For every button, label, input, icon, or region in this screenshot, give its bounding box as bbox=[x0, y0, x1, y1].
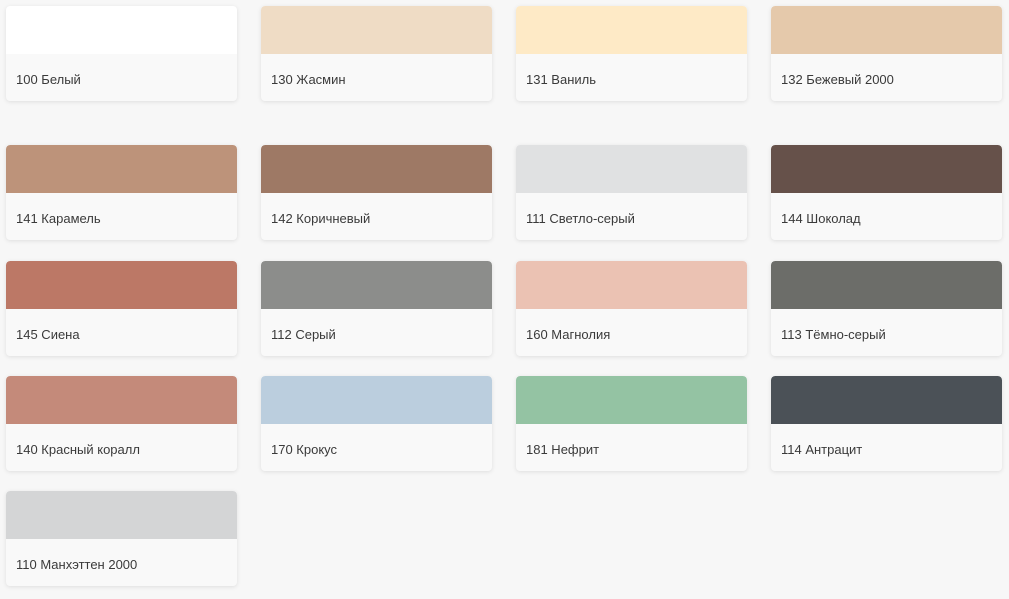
swatch-label: 181 Нефрит bbox=[526, 442, 600, 457]
swatch-label: 132 Бежевый 2000 bbox=[781, 72, 894, 87]
color-swatch bbox=[261, 376, 492, 424]
swatch-card-131[interactable]: 131 Ваниль bbox=[516, 6, 747, 101]
swatch-card-113[interactable]: 113 Тёмно-серый bbox=[771, 261, 1002, 356]
color-swatch bbox=[261, 261, 492, 309]
swatch-label: 100 Белый bbox=[16, 72, 81, 87]
swatch-card-112[interactable]: 112 Серый bbox=[261, 261, 492, 356]
swatch-label: 112 Серый bbox=[271, 327, 336, 342]
swatch-label: 170 Крокус bbox=[271, 442, 338, 457]
swatch-label: 110 Манхэттен 2000 bbox=[16, 557, 138, 572]
swatch-label: 114 Антрацит bbox=[781, 442, 863, 457]
color-swatch bbox=[771, 6, 1002, 54]
color-swatch bbox=[261, 145, 492, 193]
swatch-label: 141 Карамель bbox=[16, 211, 101, 226]
swatch-card-144[interactable]: 144 Шоколад bbox=[771, 145, 1002, 240]
swatch-label: 142 Коричневый bbox=[271, 211, 371, 226]
swatch-label: 130 Жасмин bbox=[271, 72, 346, 87]
color-swatch bbox=[6, 6, 237, 54]
color-swatch bbox=[516, 261, 747, 309]
swatch-label: 160 Магнолия bbox=[526, 327, 611, 342]
swatch-label: 140 Красный коралл bbox=[16, 442, 140, 457]
swatch-label: 145 Сиена bbox=[16, 327, 80, 342]
color-swatch bbox=[6, 145, 237, 193]
swatch-card-100[interactable]: 100 Белый bbox=[6, 6, 237, 101]
color-swatch bbox=[516, 145, 747, 193]
color-swatch bbox=[771, 376, 1002, 424]
swatch-label: 113 Тёмно-серый bbox=[781, 327, 886, 342]
swatch-card-114[interactable]: 114 Антрацит bbox=[771, 376, 1002, 471]
swatch-label: 111 Светло-серый bbox=[526, 211, 635, 226]
swatch-card-170[interactable]: 170 Крокус bbox=[261, 376, 492, 471]
swatch-label: 144 Шоколад bbox=[781, 211, 861, 226]
color-swatch bbox=[516, 6, 747, 54]
swatch-card-110[interactable]: 110 Манхэттен 2000 bbox=[6, 491, 237, 586]
color-swatch bbox=[6, 491, 237, 539]
swatch-card-145[interactable]: 145 Сиена bbox=[6, 261, 237, 356]
color-swatch bbox=[771, 145, 1002, 193]
color-swatch bbox=[771, 261, 1002, 309]
color-swatch bbox=[261, 6, 492, 54]
swatch-card-130[interactable]: 130 Жасмин bbox=[261, 6, 492, 101]
swatch-card-140[interactable]: 140 Красный коралл bbox=[6, 376, 237, 471]
swatch-card-141[interactable]: 141 Карамель bbox=[6, 145, 237, 240]
color-swatch-grid: 100 Белый 130 Жасмин 131 Ваниль 132 Беже… bbox=[0, 0, 1009, 599]
swatch-card-132[interactable]: 132 Бежевый 2000 bbox=[771, 6, 1002, 101]
swatch-card-160[interactable]: 160 Магнолия bbox=[516, 261, 747, 356]
swatch-label: 131 Ваниль bbox=[526, 72, 597, 87]
swatch-card-111[interactable]: 111 Светло-серый bbox=[516, 145, 747, 240]
swatch-card-181[interactable]: 181 Нефрит bbox=[516, 376, 747, 471]
color-swatch bbox=[516, 376, 747, 424]
swatch-card-142[interactable]: 142 Коричневый bbox=[261, 145, 492, 240]
color-swatch bbox=[6, 376, 237, 424]
color-swatch bbox=[6, 261, 237, 309]
